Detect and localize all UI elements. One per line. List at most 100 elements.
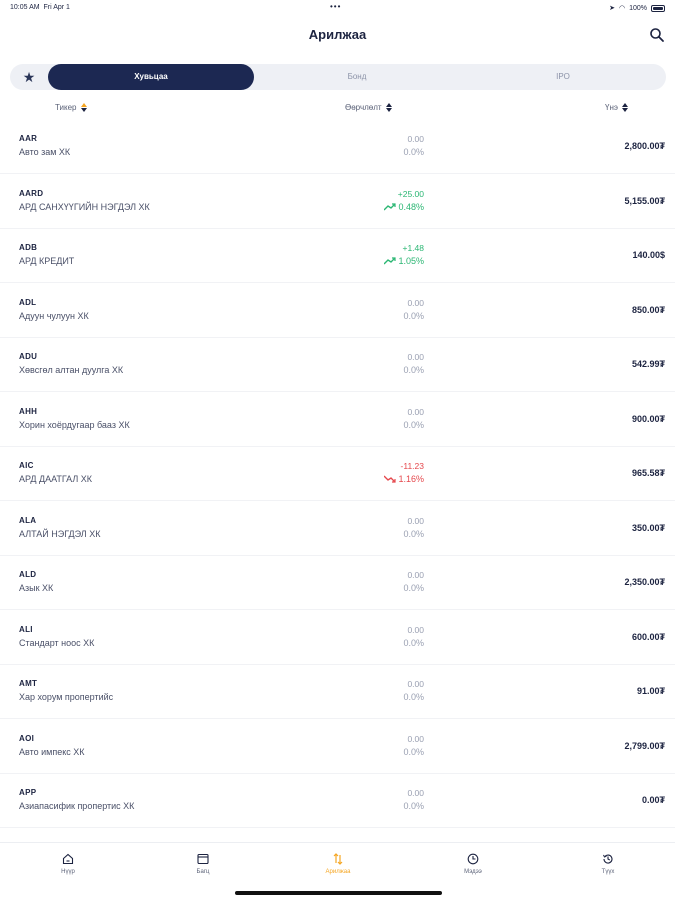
multitask-dots[interactable]: ••• [330,2,341,11]
stock-ticker: AAR [19,134,38,143]
price-change: +25.00 [397,188,424,199]
stock-row[interactable]: ALD Азык ХК 0.00 0.0% 2,350.00₮ [0,556,675,610]
nav-portfolio[interactable]: Багц [163,853,243,875]
stock-price: 5,155.00₮ [624,195,665,206]
stock-ticker: AHH [19,406,38,416]
status-time-date: 10:05 AM Fri Apr 1 [10,4,70,11]
price-change: 0.00 [407,406,424,417]
percent-change: 0.0% [403,310,424,321]
price-change: 0.00 [407,352,424,362]
trend-down-icon [384,475,397,483]
price-change: 0.00 [407,788,424,798]
column-ticker-label: Тикер [55,102,77,112]
column-change[interactable]: Өөрчлөлт [345,100,392,114]
percent-change: 0.48% [384,202,424,212]
stock-ticker: ADL [19,297,37,307]
column-price[interactable]: Үнэ [605,100,628,114]
stock-name: Авто импекс ХК [19,746,85,757]
percent-change: 1.16% [384,474,424,484]
portfolio-icon [197,853,209,865]
stock-row[interactable]: AOI Авто импекс ХК 0.00 0.0% 2,799.00₮ [0,720,675,774]
stock-row[interactable]: AIC АРД ДААТГАЛ ХК -11.23 1.16% 965.58₮ [0,447,675,501]
status-bar: 10:05 AM Fri Apr 1 ••• ➤ ◠ 100% [0,0,675,16]
stock-name: Хар хорум пропертийс [19,692,114,702]
nav-news[interactable]: Мэдээ [433,853,513,875]
stock-name: АРД КРЕДИТ [19,256,75,266]
nav-home[interactable]: Нүүр [28,853,108,875]
stock-ticker: ALD [19,570,37,579]
stock-price: 900.00₮ [631,413,665,424]
stock-row[interactable]: AHH Хорин хоёрдугаар бааз ХК 0.00 0.0% 9… [0,393,675,447]
stock-name: Адуун чулуун ХК [19,310,89,321]
stock-ticker: APP [19,788,37,797]
percent-change: 0.0% [403,801,424,811]
stock-name: АЛТАЙ НЭГДЭЛ ХК [19,528,101,539]
stock-row[interactable]: AAR Авто зам ХК 0.00 0.0% 2,800.00₮ [0,120,675,174]
column-change-label: Өөрчлөлт [345,102,382,112]
trend-up-icon [384,257,397,265]
percent-change: 1.05% [384,256,424,266]
stock-price: 91.00₮ [636,686,665,696]
sort-icon [621,102,628,112]
stock-price: 2,350.00₮ [624,577,665,587]
stock-row[interactable]: ADB АРД КРЕДИТ +1.48 1.05% 140.00$ [0,229,675,283]
stock-name: Авто зам ХК [19,147,71,157]
price-change: 0.00 [407,515,424,526]
price-change: 0.00 [407,297,424,308]
column-price-label: Үнэ [605,102,618,112]
stock-price: 600.00₮ [631,631,665,642]
percent-change: 0.0% [403,637,424,648]
stock-ticker: AIC [19,461,34,470]
stock-row[interactable]: APP Азиапасифик пропертис ХК 0.00 0.0% 0… [0,774,675,828]
price-change: 0.00 [407,679,424,689]
stock-ticker: ALA [19,515,37,525]
tab-ipo[interactable]: IPO [460,64,666,90]
stock-price: 0.00₮ [641,795,665,805]
percent-change: 0.0% [403,365,424,375]
status-right: ➤ ◠ 100% [609,4,665,12]
sort-icon [385,102,392,112]
stock-row[interactable]: AMT Хар хорум пропертийс 0.00 0.0% 91.00… [0,665,675,719]
search-icon[interactable] [649,27,665,43]
stock-ticker: ADB [19,243,38,252]
wifi-icon: ◠ [618,5,626,12]
percent-change: 0.0% [403,692,424,702]
price-change: 0.00 [407,733,424,744]
stock-row[interactable]: ALA АЛТАЙ НЭГДЭЛ ХК 0.00 0.0% 350.00₮ [0,502,675,556]
percent-change: 0.0% [403,528,424,539]
trend-up-icon [384,202,397,210]
favorites-star-icon[interactable]: ★ [20,68,38,86]
stock-name: Азык ХК [19,583,54,593]
percent-change: 0.0% [403,147,424,157]
sort-active-icon [80,102,87,112]
nav-history[interactable]: Түүх [568,853,648,875]
nav-history-label: Түүх [601,869,615,875]
price-change: -11.23 [400,461,424,471]
stock-name: Стандарт ноос ХК [19,637,95,648]
news-icon [467,853,479,865]
home-icon [62,853,74,865]
trade-icon [333,853,343,865]
column-ticker[interactable]: Тикер [55,100,87,114]
percent-change: 0.0% [403,419,424,430]
nav-trade[interactable]: Арилжаа [298,853,378,875]
stock-row[interactable]: ALI Стандарт ноос ХК 0.00 0.0% 600.00₮ [0,611,675,665]
history-icon [603,854,613,864]
stock-ticker: ALI [19,624,33,634]
stock-name: Хорин хоёрдугаар бааз ХК [19,419,130,430]
stock-price: 850.00₮ [631,304,665,315]
header: Арилжаа [0,22,675,48]
tab-stocks[interactable]: Хувьцаа [48,64,254,90]
stock-row[interactable]: AARD АРД САНХҮҮГИЙН НЭГДЭЛ ХК +25.00 0.4… [0,175,675,229]
stock-ticker: ADU [19,352,38,361]
stock-row[interactable]: ADL Адуун чулуун ХК 0.00 0.0% 850.00₮ [0,284,675,338]
stock-row[interactable]: ADU Хөвсгөл алтан дуулга ХК 0.00 0.0% 54… [0,338,675,392]
stock-price: 965.58₮ [631,468,665,478]
nav-trade-label: Арилжаа [325,869,351,875]
price-change: 0.00 [407,624,424,635]
percent-change: 0.0% [403,583,424,593]
price-change: 0.00 [407,570,424,580]
tab-bonds[interactable]: Бонд [254,64,460,90]
battery-icon [651,4,665,12]
stock-price: 2,800.00₮ [624,141,665,151]
